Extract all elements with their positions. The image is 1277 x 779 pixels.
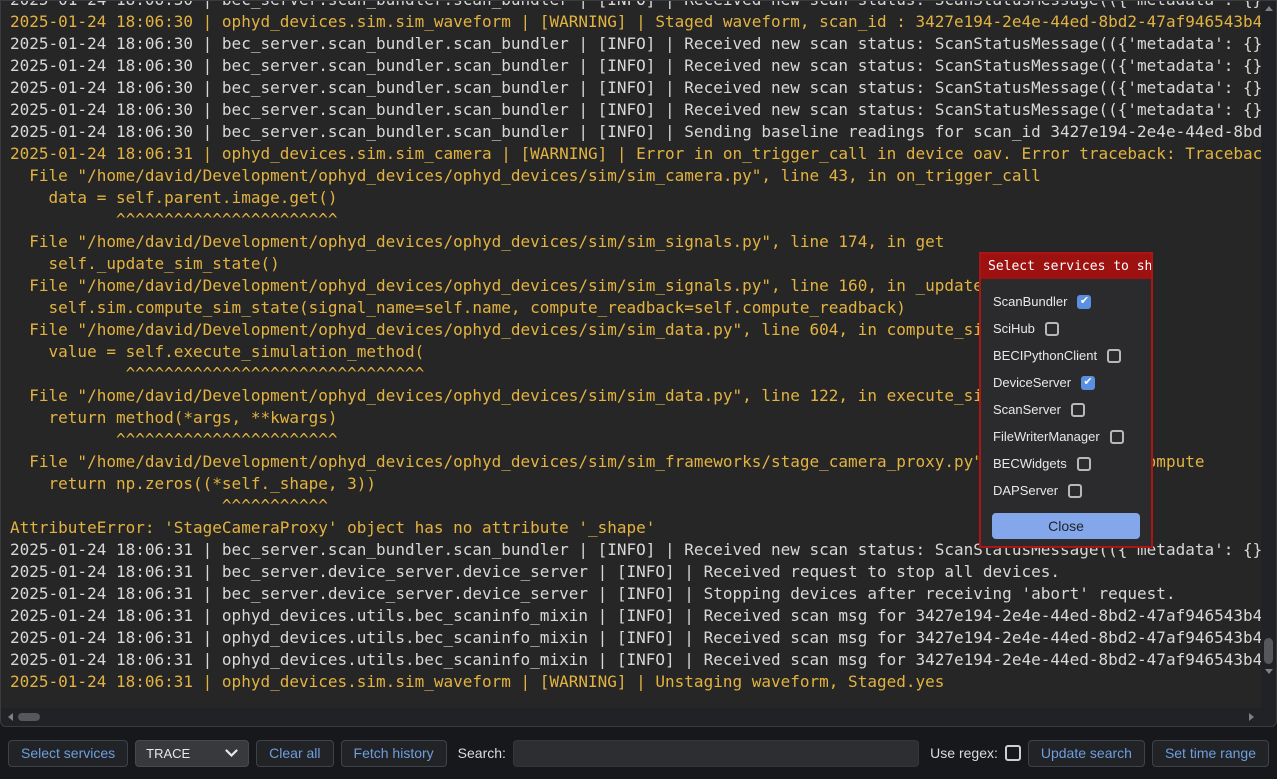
log-line: 2025-01-24 18:06:31 | ophyd_devices.sim.… bbox=[10, 671, 1261, 693]
service-checkbox-SciHub[interactable] bbox=[1045, 322, 1059, 336]
vertical-scrollbar[interactable] bbox=[1261, 1, 1276, 709]
use-regex-label: Use regex: bbox=[930, 745, 998, 761]
search-label: Search: bbox=[458, 745, 506, 761]
log-line: 2025-01-24 18:06:30 | bec_server.scan_bu… bbox=[10, 33, 1261, 55]
service-label: SciHub bbox=[993, 321, 1035, 336]
scroll-down-icon[interactable] bbox=[1265, 669, 1273, 674]
service-row-BECWidgets: BECWidgets bbox=[993, 450, 1151, 477]
search-input[interactable] bbox=[513, 740, 919, 767]
service-checkbox-DAPServer[interactable] bbox=[1068, 484, 1082, 498]
scroll-right-icon[interactable] bbox=[1249, 713, 1254, 721]
log-level-value: TRACE bbox=[146, 746, 190, 761]
log-line: 2025-01-24 18:06:31 | bec_server.device_… bbox=[10, 583, 1261, 605]
log-line: 2025-01-24 18:06:31 | ophyd_devices.sim.… bbox=[10, 143, 1261, 165]
update-search-button[interactable]: Update search bbox=[1028, 740, 1145, 767]
service-checkbox-BECIPythonClient[interactable] bbox=[1107, 349, 1121, 363]
service-label: BECWidgets bbox=[993, 456, 1067, 471]
log-line: 2025-01-24 18:06:31 | ophyd_devices.util… bbox=[10, 627, 1261, 649]
service-checkbox-BECWidgets[interactable] bbox=[1077, 457, 1091, 471]
log-line: data = self.parent.image.get() bbox=[10, 187, 1261, 209]
log-line: 2025-01-24 18:06:30 | bec_server.scan_bu… bbox=[10, 1, 1261, 11]
service-row-DeviceServer: DeviceServer ✔ bbox=[993, 369, 1151, 396]
log-line: 2025-01-24 18:06:30 | bec_server.scan_bu… bbox=[10, 55, 1261, 77]
horizontal-scrollbar-thumb[interactable] bbox=[18, 713, 40, 721]
service-row-ScanBundler: ScanBundler ✔ bbox=[993, 288, 1151, 315]
service-label: DeviceServer bbox=[993, 375, 1071, 390]
log-line: 2025-01-24 18:06:31 | ophyd_devices.util… bbox=[10, 605, 1261, 627]
log-line: 2025-01-24 18:06:30 | bec_server.scan_bu… bbox=[10, 77, 1261, 99]
log-line: 2025-01-24 18:06:30 | ophyd_devices.sim.… bbox=[10, 11, 1261, 33]
toolbar: Select services TRACE Clear all Fetch hi… bbox=[0, 727, 1277, 779]
service-row-DAPServer: DAPServer bbox=[993, 477, 1151, 504]
service-row-ScanServer: ScanServer bbox=[993, 396, 1151, 423]
select-services-button[interactable]: Select services bbox=[8, 740, 128, 767]
log-line: File "/home/david/Development/ophyd_devi… bbox=[10, 165, 1261, 187]
service-row-FileWriterManager: FileWriterManager bbox=[993, 423, 1151, 450]
service-list: ScanBundler ✔ SciHub BECIPythonClient Device… bbox=[981, 279, 1151, 504]
service-checkbox-FileWriterManager[interactable] bbox=[1110, 430, 1124, 444]
log-level-select[interactable]: TRACE bbox=[135, 740, 249, 767]
set-time-range-button[interactable]: Set time range bbox=[1152, 740, 1269, 767]
clear-all-button[interactable]: Clear all bbox=[256, 740, 333, 767]
close-button[interactable]: Close bbox=[992, 513, 1140, 539]
scroll-left-icon[interactable] bbox=[8, 713, 13, 721]
service-row-BECIPythonClient: BECIPythonClient bbox=[993, 342, 1151, 369]
scroll-up-icon[interactable] bbox=[1265, 6, 1273, 11]
service-label: ScanServer bbox=[993, 402, 1061, 417]
service-label: BECIPythonClient bbox=[993, 348, 1097, 363]
log-line: 2025-01-24 18:06:31 | ophyd_devices.util… bbox=[10, 649, 1261, 671]
log-line: ^^^^^^^^^^^^^^^^^^^^^^^ bbox=[10, 209, 1261, 231]
chevron-down-icon bbox=[225, 749, 238, 758]
service-checkbox-DeviceServer[interactable]: ✔ bbox=[1081, 376, 1095, 390]
fetch-history-button[interactable]: Fetch history bbox=[341, 740, 447, 767]
dialog-title: Select services to show bbox=[981, 254, 1151, 279]
horizontal-scrollbar[interactable] bbox=[1, 708, 1262, 726]
log-line: 2025-01-24 18:06:31 | bec_server.device_… bbox=[10, 561, 1261, 583]
log-line: 2025-01-24 18:06:30 | bec_server.scan_bu… bbox=[10, 99, 1261, 121]
service-label: DAPServer bbox=[993, 483, 1058, 498]
service-label: FileWriterManager bbox=[993, 429, 1100, 444]
log-line: 2025-01-24 18:06:30 | bec_server.scan_bu… bbox=[10, 121, 1261, 143]
service-checkbox-ScanBundler[interactable]: ✔ bbox=[1077, 295, 1091, 309]
service-row-SciHub: SciHub bbox=[993, 315, 1151, 342]
service-label: ScanBundler bbox=[993, 294, 1067, 309]
select-services-dialog: Select services to show ScanBundler ✔ SciH… bbox=[979, 252, 1153, 548]
log-line: File "/home/david/Development/ophyd_devi… bbox=[10, 231, 1261, 253]
scrollbar-corner bbox=[1261, 708, 1276, 726]
vertical-scrollbar-thumb[interactable] bbox=[1264, 638, 1273, 664]
use-regex-checkbox[interactable] bbox=[1005, 745, 1021, 761]
service-checkbox-ScanServer[interactable] bbox=[1071, 403, 1085, 417]
